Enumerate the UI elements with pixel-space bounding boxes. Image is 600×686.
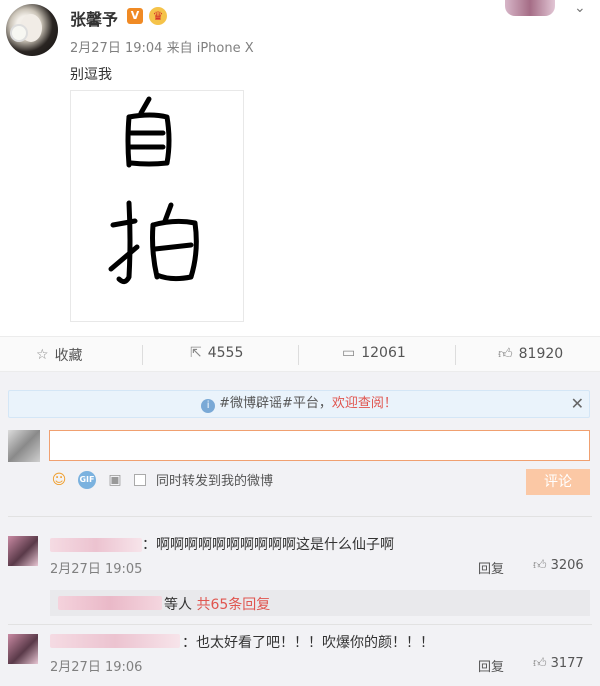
rumor-notice-banner[interactable]: i #微博辟谣#平台，欢迎查阅！ <box>8 390 590 418</box>
reply-button[interactable]: 回复 <box>478 656 504 675</box>
star-icon: ☆ <box>36 347 49 363</box>
repost-button[interactable]: ⇱ 4555 <box>190 345 243 361</box>
handwritten-selfie-image <box>108 96 199 285</box>
divider <box>8 516 592 517</box>
comment-text: ：也太好看了吧！！！吹爆你的颜！！！ <box>182 635 434 651</box>
comment-icon: ▭ <box>342 345 356 361</box>
repost-count: 4555 <box>207 345 244 361</box>
comment-timestamp: 2月27日 19:06 <box>50 656 142 675</box>
notice-hashtag[interactable]: #微博辟谣# <box>219 396 293 411</box>
comment-date: 2月27日 <box>50 660 101 675</box>
sub-reply-prefix: 等人 <box>164 597 192 613</box>
info-icon: i <box>201 399 216 413</box>
reply-button[interactable]: 回复 <box>478 558 504 577</box>
comment-like-count: 3177 <box>550 656 584 671</box>
comment-like-count: 3206 <box>550 558 584 573</box>
my-avatar[interactable] <box>8 430 40 462</box>
thumbs-up-icon: 👍︎ <box>533 656 547 671</box>
comment-timestamp: 2月27日 19:05 <box>50 558 142 577</box>
sub-reply-text: 等人 共65条回复 <box>164 594 270 614</box>
post-meta: 2月27日 19:04 来自 iPhone X <box>70 37 254 56</box>
gif-icon[interactable]: GIF <box>78 470 96 489</box>
notice-accent-text[interactable]: 欢迎查阅！ <box>332 396 397 411</box>
divider <box>455 345 456 365</box>
post-time[interactable]: 19:04 <box>125 41 162 56</box>
avatar-flower <box>12 26 26 40</box>
comment-button[interactable]: ▭ 12061 <box>342 345 406 361</box>
post-text: 别逗我 <box>70 67 112 83</box>
commenter-name-blurred[interactable] <box>50 538 142 552</box>
author-name[interactable]: 张馨予 <box>70 6 118 30</box>
favorite-button[interactable]: ☆ 收藏 <box>36 345 83 365</box>
repost-icon: ⇱ <box>190 345 202 361</box>
submit-comment-button[interactable]: 评论 <box>526 469 590 495</box>
commenter-avatar[interactable] <box>8 634 38 664</box>
comment-time: 19:06 <box>104 660 143 675</box>
thumbs-up-icon: 👍︎ <box>498 346 513 362</box>
commenter-name-blurred[interactable] <box>50 634 180 648</box>
divider <box>142 345 143 365</box>
cover-thumbnail <box>505 0 555 16</box>
comment-like-button[interactable]: 👍︎ 3206 <box>533 558 584 573</box>
composer-toolbar: ☺ GIF ▣ 同时转发到我的微博 <box>50 470 273 489</box>
close-icon[interactable]: ✕ <box>571 394 584 413</box>
chevron-down-icon[interactable]: ⌄ <box>574 0 586 16</box>
divider <box>298 345 299 365</box>
image-icon[interactable]: ▣ <box>106 471 124 489</box>
divider <box>8 624 592 625</box>
vip-crown-icon: ♛ <box>149 7 167 25</box>
comment-text: ：啊啊啊啊啊啊啊啊啊啊这是什么仙子啊 <box>142 537 394 553</box>
sync-repost-checkbox[interactable] <box>134 473 146 486</box>
favorite-label: 收藏 <box>54 348 83 364</box>
comment-count: 12061 <box>361 345 406 361</box>
sub-reply-count-link[interactable]: 共65条回复 <box>196 597 270 613</box>
weibo-post: 张馨予 V ♛ ⌄ 2月27日 19:04 来自 iPhone X 别逗我 <box>0 0 600 336</box>
author-avatar[interactable] <box>6 4 58 56</box>
post-date[interactable]: 2月27日 <box>70 41 121 56</box>
thumbs-up-icon: 👍︎ <box>533 558 547 573</box>
handwritten-char-pai <box>108 200 199 285</box>
commenter-avatar[interactable] <box>8 536 38 566</box>
comment-like-button[interactable]: 👍︎ 3177 <box>533 656 584 671</box>
emoji-icon[interactable]: ☺ <box>50 471 68 489</box>
action-bar: ☆ 收藏 ⇱ 4555 ▭ 12061 👍︎ 81920 <box>0 336 600 372</box>
sub-reply-names-blurred <box>58 596 162 610</box>
comment-input[interactable] <box>49 430 590 461</box>
handwritten-char-zi <box>125 96 172 168</box>
like-button[interactable]: 👍︎ 81920 <box>498 345 564 363</box>
post-image[interactable]: 自 拍 <box>70 90 244 322</box>
comment-time: 19:05 <box>104 562 143 577</box>
post-source: 来自 iPhone X <box>166 41 254 56</box>
like-count: 81920 <box>518 345 564 362</box>
comment-date: 2月27日 <box>50 562 101 577</box>
notice-text: 平台， <box>292 396 332 411</box>
sub-reply-summary[interactable]: 等人 共65条回复 <box>50 590 590 616</box>
verified-icon: V <box>127 8 143 24</box>
sync-repost-label[interactable]: 同时转发到我的微博 <box>156 470 273 489</box>
